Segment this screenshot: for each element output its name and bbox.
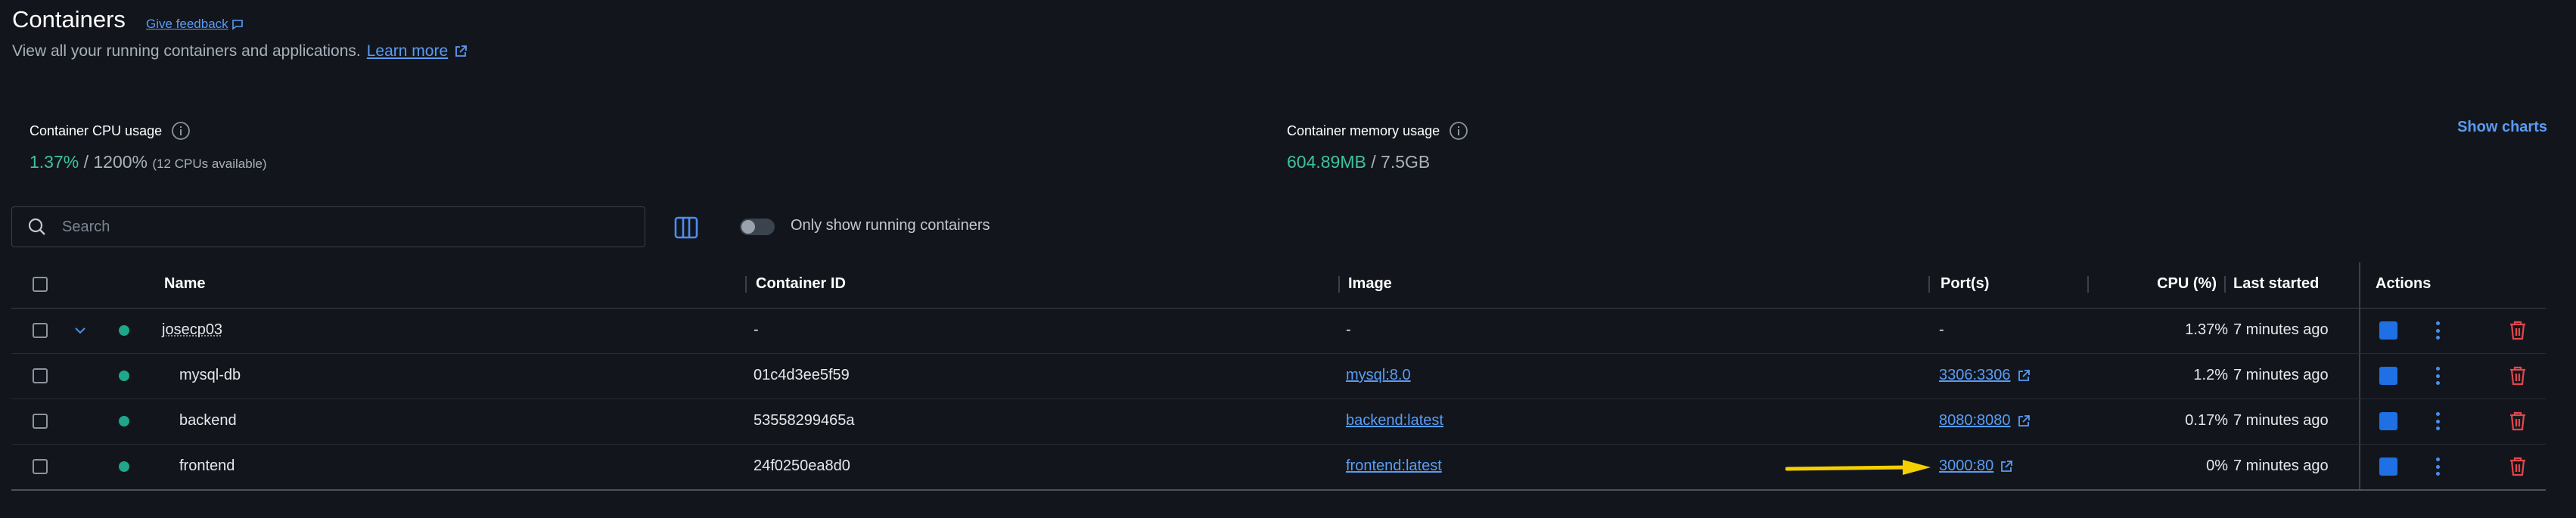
memory-total: / 7.5GB	[1366, 152, 1431, 172]
port-link[interactable]: 3000:80	[1939, 458, 2013, 475]
container-id: 01c4d3ee5f59	[754, 367, 850, 383]
table-row[interactable]: mysql-db 01c4d3ee5f59 mysql:8.0 3306:330…	[11, 354, 2546, 399]
delete-icon[interactable]	[2508, 365, 2528, 386]
table-row[interactable]: frontend 24f0250ea8d0 frontend:latest 30…	[11, 445, 2546, 489]
feedback-label: Give feedback	[146, 17, 228, 31]
row-checkbox[interactable]	[33, 368, 48, 383]
port-text: 3000:80	[1939, 458, 1994, 474]
row-checkbox[interactable]	[33, 323, 48, 338]
cpu-note: (12 CPUs available)	[152, 157, 267, 171]
info-icon[interactable]	[1449, 121, 1468, 141]
stop-button[interactable]	[2379, 321, 2397, 340]
last-started: 7 minutes ago	[2233, 367, 2329, 383]
row-checkbox[interactable]	[33, 459, 48, 474]
more-options-icon[interactable]	[2435, 367, 2440, 385]
learn-more-link[interactable]: Learn more	[367, 42, 448, 60]
last-started: 7 minutes ago	[2233, 412, 2329, 429]
cpu-total: / 1200%	[79, 152, 148, 172]
column-divider[interactable]	[745, 276, 747, 293]
cpu-value: 1.2%	[2193, 367, 2228, 383]
more-options-icon[interactable]	[2435, 321, 2440, 340]
running-only-label: Only show running containers	[791, 217, 990, 234]
memory-usage-value: 604.89MB / 7.5GB	[1287, 152, 1430, 172]
more-options-icon[interactable]	[2435, 458, 2440, 476]
table-row[interactable]: josecp03 - - - 1.37% 7 minutes ago	[11, 309, 2546, 353]
cpu-usage-label-text: Container CPU usage	[30, 123, 163, 138]
subtitle-text: View all your running containers and app…	[12, 42, 361, 60]
running-only-toggle[interactable]	[740, 219, 775, 235]
container-id: 53558299465a	[754, 412, 855, 429]
external-link-icon	[2001, 460, 2013, 472]
memory-used: 604.89MB	[1287, 152, 1366, 172]
column-header-image[interactable]: Image	[1348, 275, 1392, 293]
chevron-down-icon[interactable]	[73, 325, 87, 336]
columns-icon[interactable]	[673, 216, 699, 240]
group-name[interactable]: josecp03	[162, 321, 222, 339]
delete-icon[interactable]	[2508, 456, 2528, 477]
column-divider[interactable]	[2224, 276, 2226, 293]
container-name[interactable]: backend	[179, 412, 237, 430]
cpu-usage-value: 1.37% / 1200% (12 CPUs available)	[30, 152, 267, 172]
stop-button[interactable]	[2379, 367, 2397, 385]
container-name[interactable]: frontend	[179, 458, 235, 475]
stop-button[interactable]	[2379, 412, 2397, 430]
delete-icon[interactable]	[2508, 320, 2528, 341]
page-title: Containers	[12, 6, 126, 33]
image-link[interactable]: frontend:latest	[1346, 458, 1442, 475]
column-divider[interactable]	[2087, 276, 2089, 293]
port-text: 3306:3306	[1939, 367, 2011, 383]
memory-usage-label-text: Container memory usage	[1287, 123, 1440, 138]
search-box[interactable]	[11, 206, 645, 247]
column-header-container-id[interactable]: Container ID	[756, 275, 846, 293]
show-charts-button[interactable]: Show charts	[2457, 119, 2547, 136]
column-divider[interactable]	[1928, 276, 1930, 293]
status-running-dot	[119, 371, 129, 381]
cpu-value: 0%	[2206, 458, 2228, 474]
container-name[interactable]: mysql-db	[179, 367, 241, 384]
external-link-icon	[455, 45, 468, 57]
ports: -	[1939, 321, 1944, 338]
table-bottom-border	[11, 489, 2546, 491]
delete-icon[interactable]	[2508, 411, 2528, 432]
status-running-dot	[119, 416, 129, 426]
port-text: 8080:8080	[1939, 412, 2011, 429]
more-options-icon[interactable]	[2435, 412, 2440, 430]
info-icon[interactable]	[171, 121, 191, 141]
column-divider[interactable]	[1338, 276, 1340, 293]
give-feedback-link[interactable]: Give feedback	[146, 17, 244, 32]
last-started: 7 minutes ago	[2233, 321, 2329, 338]
column-header-cpu[interactable]: CPU (%)	[2103, 275, 2217, 293]
toggle-knob	[741, 220, 755, 234]
column-header-name[interactable]: Name	[164, 275, 205, 293]
feedback-icon	[231, 20, 243, 30]
image: -	[1346, 321, 1351, 338]
container-id: -	[754, 321, 759, 338]
port-link[interactable]: 3306:3306	[1939, 367, 2031, 384]
status-running-dot	[119, 461, 129, 472]
cpu-value: 1.37%	[2185, 321, 2228, 338]
table-row[interactable]: backend 53558299465a backend:latest 8080…	[11, 399, 2546, 444]
cpu-value: 0.17%	[2185, 412, 2228, 429]
image-link[interactable]: mysql:8.0	[1346, 367, 1411, 384]
memory-usage-label: Container memory usage	[1287, 121, 1468, 141]
row-checkbox[interactable]	[33, 414, 48, 429]
column-header-actions: Actions	[2376, 275, 2432, 292]
select-all-checkbox[interactable]	[33, 277, 48, 292]
column-header-ports[interactable]: Port(s)	[1941, 275, 1989, 293]
external-link-icon	[2018, 369, 2030, 381]
external-link-icon	[2018, 414, 2030, 426]
search-icon	[28, 218, 45, 235]
stop-button[interactable]	[2379, 458, 2397, 476]
page-subtitle: View all your running containers and app…	[12, 42, 468, 60]
last-started: 7 minutes ago	[2233, 458, 2329, 474]
search-input[interactable]	[61, 217, 639, 237]
cpu-usage-label: Container CPU usage	[30, 121, 191, 141]
annotation-arrow-icon	[1785, 460, 1931, 475]
cpu-used: 1.37%	[30, 152, 79, 172]
status-running-dot	[119, 325, 129, 336]
column-header-last-started[interactable]: Last started	[2233, 275, 2319, 293]
port-link[interactable]: 8080:8080	[1939, 412, 2031, 430]
container-id: 24f0250ea8d0	[754, 458, 850, 474]
image-link[interactable]: backend:latest	[1346, 412, 1443, 430]
